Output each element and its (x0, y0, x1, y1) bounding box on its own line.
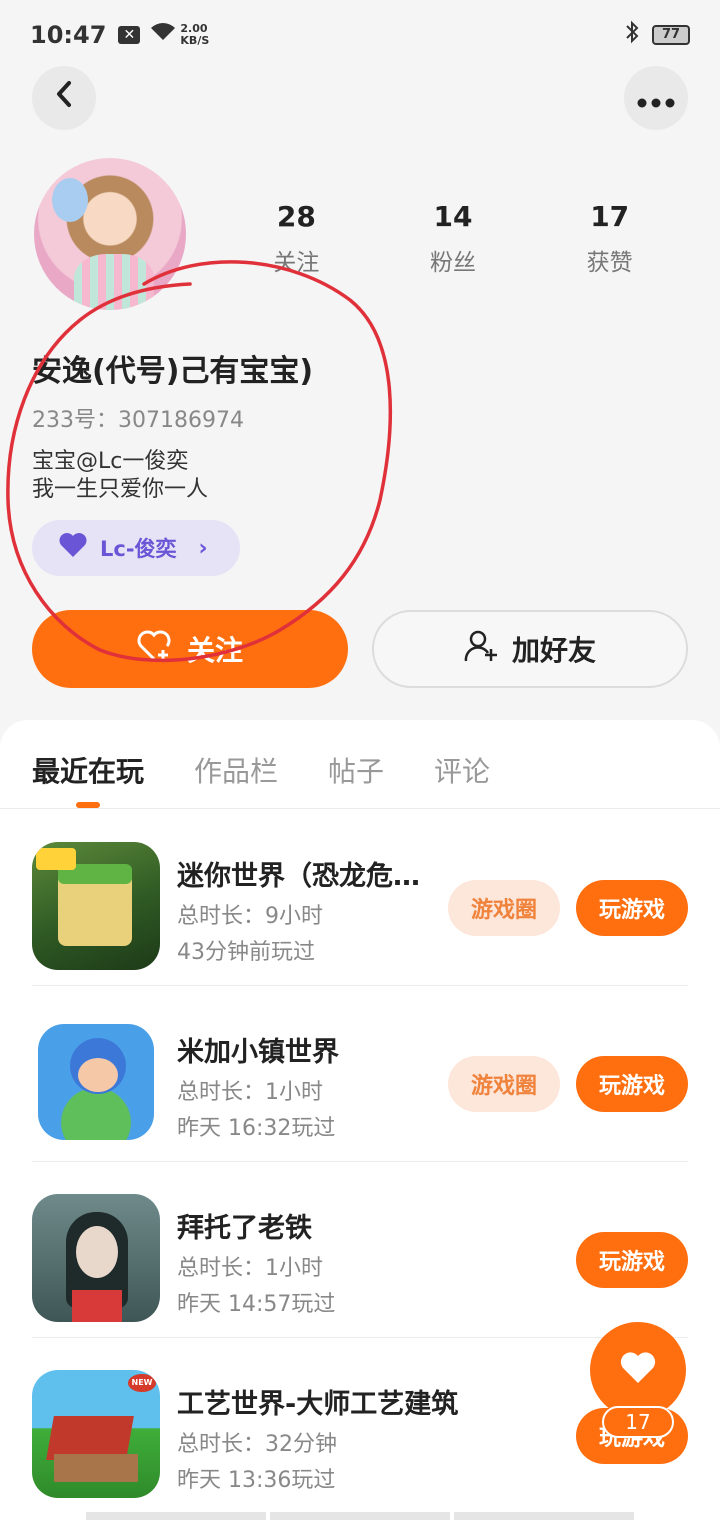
stat-following-label: 关注 (273, 250, 320, 276)
stat-likes-label: 获赞 (586, 250, 633, 276)
profile-stats: 28 关注 14 粉丝 17 获赞 (218, 200, 688, 277)
game-row-2[interactable]: 米加小镇世界 总时长：1小时 昨天 16:32玩过 游戏圈 玩游戏 (32, 986, 688, 1162)
stat-likes-value: 17 (590, 200, 630, 233)
like-fab[interactable] (590, 1322, 686, 1418)
follow-label: 关注 (186, 634, 243, 667)
game-playtime: 总时长：32分钟 (177, 1432, 337, 1457)
game-icon-baituo-laotie (32, 1194, 160, 1322)
tab-works[interactable]: 作品栏 (194, 750, 278, 790)
like-count-badge: 17 (602, 1406, 674, 1438)
back-chevron-icon (54, 80, 74, 116)
nickname: 安逸(代号)己有宝宝) (32, 354, 314, 389)
back-button[interactable] (32, 66, 96, 130)
purple-heart-icon (58, 532, 88, 565)
game-icon-miga-town (38, 1024, 154, 1140)
add-friend-label: 加好友 (511, 634, 596, 667)
game-circle-button[interactable]: 游戏圈 (448, 880, 560, 936)
more-button[interactable] (624, 66, 688, 130)
clock: 10:47 (30, 21, 107, 49)
bottom-strip-segment (270, 1512, 450, 1520)
tabs-divider (0, 808, 720, 809)
partner-name: Lc-俊奕 (100, 537, 177, 561)
game-title: 米加小镇世界 (177, 1037, 339, 1068)
game-last-played: 昨天 13:36玩过 (177, 1468, 336, 1493)
add-friend-button[interactable]: 加好友 (372, 610, 688, 688)
network-speed: 2.00 KB/S (180, 23, 209, 47)
bio-line-2: 我一生只爱你一人 (32, 477, 209, 502)
play-game-button[interactable]: 玩游戏 (576, 1232, 688, 1288)
stat-fans[interactable]: 14 粉丝 (375, 200, 532, 277)
game-icon-craft-world: NEW (32, 1370, 160, 1498)
tab-posts[interactable]: 帖子 (328, 750, 384, 790)
stat-likes[interactable]: 17 获赞 (531, 200, 688, 277)
battery-icon: 77 (652, 25, 690, 45)
game-title: 工艺世界-大师工艺建筑 (177, 1389, 459, 1420)
bottom-strip-segment (454, 1512, 634, 1520)
stat-following-value: 28 (276, 200, 316, 233)
heart-icon (619, 1351, 657, 1389)
stat-fans-label: 粉丝 (430, 250, 476, 276)
bio-line-1: 宝宝@Lc一俊奕 (32, 449, 189, 474)
stat-following[interactable]: 28 关注 (218, 200, 375, 277)
partner-chip[interactable]: Lc-俊奕 › (32, 520, 240, 576)
notification-x-icon: ✕ (118, 26, 141, 44)
bottom-nav-strip (86, 1512, 634, 1520)
follow-button[interactable]: 关注 (32, 610, 348, 688)
tab-recently-played[interactable]: 最近在玩 (32, 750, 144, 790)
avatar[interactable] (34, 158, 186, 310)
add-user-icon (464, 629, 498, 670)
game-playtime: 总时长：1小时 (177, 1256, 323, 1281)
game-row-3[interactable]: 拜托了老铁 总时长：1小时 昨天 14:57玩过 玩游戏 (32, 1162, 688, 1338)
tab-bar: 最近在玩 作品栏 帖子 评论 (32, 750, 490, 790)
tab-comments[interactable]: 评论 (434, 750, 490, 790)
game-icon-mini-world (32, 842, 160, 970)
game-last-played: 43分钟前玩过 (177, 940, 315, 965)
game-title: 迷你世界（恐龙危… (177, 861, 420, 892)
avatar-dress-decoration (74, 254, 154, 310)
play-game-button[interactable]: 玩游戏 (576, 1056, 688, 1112)
user-id: 233号：307186974 (32, 408, 244, 433)
avatar-bunny-decoration (52, 178, 88, 222)
play-game-button[interactable]: 玩游戏 (576, 880, 688, 936)
game-row-1[interactable]: 迷你世界（恐龙危… 总时长：9小时 43分钟前玩过 游戏圈 玩游戏 (32, 810, 688, 986)
stat-fans-value: 14 (433, 200, 473, 233)
status-bar: 10:47 ✕ 2.00 KB/S 77 (0, 0, 720, 70)
heart-plus-icon (137, 630, 173, 669)
game-circle-button[interactable]: 游戏圈 (448, 1056, 560, 1112)
bluetooth-icon (624, 20, 640, 50)
game-title: 拜托了老铁 (177, 1213, 312, 1244)
chevron-right-icon: › (198, 535, 208, 561)
wifi-icon (150, 22, 176, 48)
more-dots-icon (637, 81, 675, 116)
bottom-strip-segment (86, 1512, 266, 1520)
game-playtime: 总时长：1小时 (177, 1080, 323, 1105)
game-playtime: 总时长：9小时 (177, 904, 323, 929)
game-last-played: 昨天 16:32玩过 (177, 1116, 336, 1141)
bio: 宝宝@Lc一俊奕 我一生只爱你一人 (32, 448, 208, 504)
game-last-played: 昨天 14:57玩过 (177, 1292, 336, 1317)
network-speed-unit: KB/S (180, 34, 210, 47)
